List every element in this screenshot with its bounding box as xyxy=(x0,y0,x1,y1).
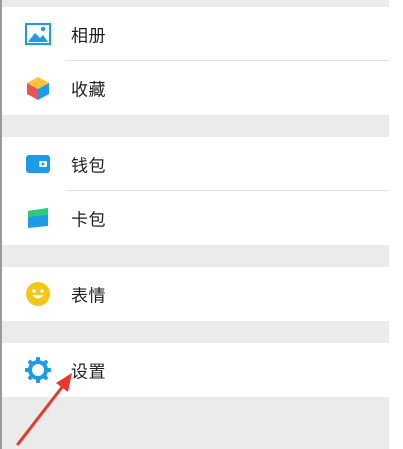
menu-group-4: 设置 xyxy=(2,343,389,397)
right-edge xyxy=(389,0,403,449)
menu-item-label: 表情 xyxy=(71,286,106,307)
menu-item-settings[interactable]: 设置 xyxy=(2,343,389,397)
menu-item-stickers[interactable]: 表情 xyxy=(2,267,389,321)
menu-group-3: 表情 xyxy=(2,267,389,321)
favorites-cube-icon xyxy=(24,74,52,102)
photo-album-icon xyxy=(24,20,52,48)
menu-item-label: 收藏 xyxy=(71,80,106,101)
smiley-icon xyxy=(24,280,52,308)
menu-item-label: 钱包 xyxy=(71,156,106,177)
settings-gear-icon xyxy=(24,356,52,384)
menu-item-label: 设置 xyxy=(71,362,106,383)
menu-item-album[interactable]: 相册 xyxy=(2,7,389,61)
menu-item-label: 相册 xyxy=(71,26,106,47)
menu-item-card-pack[interactable]: 卡包 xyxy=(2,191,389,245)
menu-item-favorites[interactable]: 收藏 xyxy=(2,61,389,115)
menu-group-2: 钱包 卡包 xyxy=(2,137,389,245)
card-pack-icon xyxy=(24,204,52,232)
menu-item-label: 卡包 xyxy=(71,210,106,231)
menu-group-1: 相册 收藏 xyxy=(2,7,389,115)
wallet-icon xyxy=(24,150,52,178)
menu-item-wallet[interactable]: 钱包 xyxy=(2,137,389,191)
